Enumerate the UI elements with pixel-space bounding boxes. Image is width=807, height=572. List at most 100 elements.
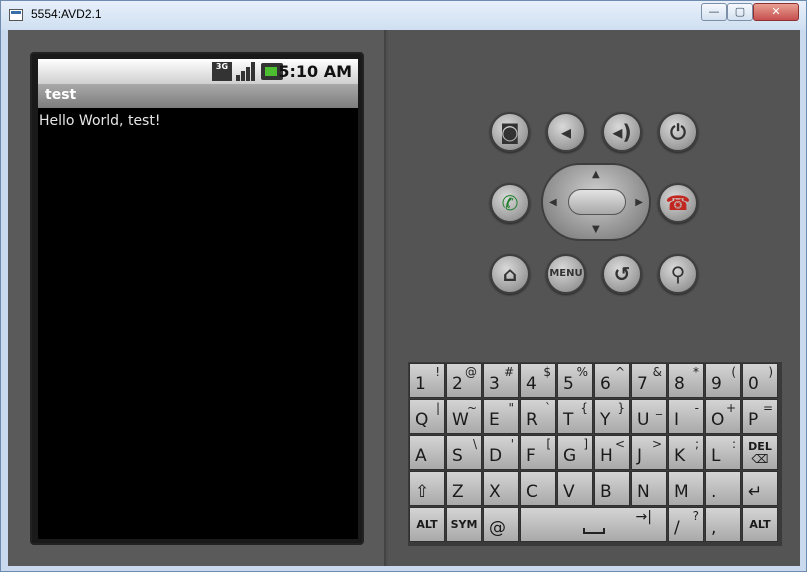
key-J[interactable]: J > bbox=[631, 435, 667, 470]
volume-down-button[interactable]: ◂ bbox=[546, 112, 586, 152]
key-main-label: N bbox=[637, 482, 650, 502]
key-1[interactable]: 1! bbox=[409, 363, 445, 398]
key-G[interactable]: G] bbox=[557, 435, 593, 470]
key-P[interactable]: P = bbox=[742, 399, 778, 434]
power-icon: ⏻ bbox=[670, 120, 686, 144]
key-B[interactable]: B bbox=[594, 471, 630, 506]
key-alt-right[interactable]: ALT bbox=[742, 507, 778, 542]
key-D[interactable]: D ' bbox=[483, 435, 519, 470]
key-alt-left[interactable]: ALT bbox=[409, 507, 445, 542]
key-comma[interactable]: , bbox=[705, 507, 741, 542]
key-R[interactable]: R ` bbox=[520, 399, 556, 434]
app-title-bar: test bbox=[38, 84, 358, 108]
key-.[interactable]: . bbox=[705, 471, 741, 506]
key-alt-label: ] bbox=[583, 437, 588, 451]
key-del[interactable]: DEL ⌫ bbox=[742, 435, 778, 470]
key-6[interactable]: 6 ^ bbox=[594, 363, 630, 398]
key-main-label: 6 bbox=[600, 374, 611, 394]
key-X[interactable]: X bbox=[483, 471, 519, 506]
key-K[interactable]: K; bbox=[668, 435, 704, 470]
key-at[interactable]: @ bbox=[483, 507, 519, 542]
key-Y[interactable]: Y} bbox=[594, 399, 630, 434]
key-main-label: 5 bbox=[563, 374, 574, 394]
camera-icon: ◙ bbox=[500, 120, 520, 144]
minimize-button[interactable]: — bbox=[701, 3, 727, 21]
dpad[interactable]: ▲ ▼ ◀ ▶ bbox=[541, 163, 651, 241]
key-sym[interactable]: SYM bbox=[446, 507, 482, 542]
end-call-icon: ☎ bbox=[665, 191, 691, 215]
key-7[interactable]: 7 & bbox=[631, 363, 667, 398]
key-main-label: F bbox=[526, 446, 536, 466]
phone-frame: 3G 5:10 AM test Hello World, test! bbox=[30, 52, 364, 545]
key-alt-label: | bbox=[435, 401, 440, 415]
key-alt-label: > bbox=[651, 437, 662, 451]
volume-up-button[interactable]: ◂) bbox=[602, 112, 642, 152]
home-button[interactable]: ⌂ bbox=[490, 254, 530, 294]
key-2[interactable]: 2 @ bbox=[446, 363, 482, 398]
key-main-label: G bbox=[563, 446, 577, 466]
key-alt-label: } bbox=[617, 401, 625, 415]
device-panel: 3G 5:10 AM test Hello World, test! bbox=[8, 30, 386, 566]
key-space[interactable]: →| bbox=[520, 507, 667, 542]
maximize-button[interactable]: ▢ bbox=[727, 3, 753, 21]
end-call-button[interactable]: ☎ bbox=[658, 183, 698, 223]
key-alt-label: = bbox=[762, 401, 773, 415]
key-3[interactable]: 3 # bbox=[483, 363, 519, 398]
title-bar[interactable]: 5554:AVD2.1 — ▢ ✕ bbox=[1, 1, 806, 30]
key-S[interactable]: S \ bbox=[446, 435, 482, 470]
key-Z[interactable]: Z bbox=[446, 471, 482, 506]
close-button[interactable]: ✕ bbox=[753, 3, 799, 21]
key-9[interactable]: 9( bbox=[705, 363, 741, 398]
dpad-left-icon[interactable]: ◀ bbox=[549, 197, 557, 208]
key-H[interactable]: H < bbox=[594, 435, 630, 470]
dpad-center-button[interactable] bbox=[568, 189, 626, 215]
camera-button[interactable]: ◙ bbox=[490, 112, 530, 152]
key-↵[interactable]: ↵ bbox=[742, 471, 778, 506]
dpad-up-icon[interactable]: ▲ bbox=[592, 169, 600, 180]
key-main-label: Y bbox=[600, 410, 611, 430]
key-main-label: T bbox=[563, 410, 574, 430]
device-screen[interactable]: 3G 5:10 AM test Hello World, test! bbox=[38, 59, 358, 539]
menu-button[interactable]: MENU bbox=[546, 254, 586, 294]
app-title: test bbox=[45, 87, 77, 103]
status-time: 5:10 AM bbox=[278, 62, 352, 81]
key-main-label: I bbox=[674, 410, 680, 430]
call-button[interactable]: ✆ bbox=[490, 183, 530, 223]
key-main-label: ⇧ bbox=[415, 482, 430, 502]
key-A[interactable]: A bbox=[409, 435, 445, 470]
search-button[interactable]: ⚲ bbox=[658, 254, 698, 294]
power-button[interactable]: ⏻ bbox=[658, 112, 698, 152]
status-bar[interactable]: 3G 5:10 AM bbox=[38, 59, 358, 84]
key-I[interactable]: I- bbox=[668, 399, 704, 434]
key-Q[interactable]: Q | bbox=[409, 399, 445, 434]
key-main-label: 8 bbox=[674, 374, 685, 394]
key-N[interactable]: N bbox=[631, 471, 667, 506]
key-alt-label: @ bbox=[465, 365, 477, 379]
key-V[interactable]: V bbox=[557, 471, 593, 506]
volume-up-icon: ◂) bbox=[612, 120, 632, 144]
key-main-label: 9 bbox=[711, 374, 722, 394]
back-button[interactable]: ↺ bbox=[602, 254, 642, 294]
key-M[interactable]: M bbox=[668, 471, 704, 506]
key-W[interactable]: W ~ bbox=[446, 399, 482, 434]
dpad-down-icon[interactable]: ▼ bbox=[592, 224, 600, 235]
key-alt-label: " bbox=[508, 401, 514, 415]
key-5[interactable]: 5% bbox=[557, 363, 593, 398]
key-main-label: 3 bbox=[489, 374, 500, 394]
key-C[interactable]: C bbox=[520, 471, 556, 506]
key-0[interactable]: 0) bbox=[742, 363, 778, 398]
key-O[interactable]: O + bbox=[705, 399, 741, 434]
key-T[interactable]: T{ bbox=[557, 399, 593, 434]
key-E[interactable]: E " bbox=[483, 399, 519, 434]
key-U[interactable]: U _ bbox=[631, 399, 667, 434]
key-F[interactable]: F[ bbox=[520, 435, 556, 470]
key-8[interactable]: 8 * bbox=[668, 363, 704, 398]
key-slash[interactable]: /? bbox=[668, 507, 704, 542]
key-4[interactable]: 4 $ bbox=[520, 363, 556, 398]
key-L[interactable]: L: bbox=[705, 435, 741, 470]
key-main-label: A bbox=[415, 446, 427, 466]
key-alt-label: { bbox=[580, 401, 588, 415]
key-alt-left-label: ALT bbox=[416, 518, 438, 531]
key-⇧[interactable]: ⇧ bbox=[409, 471, 445, 506]
dpad-right-icon[interactable]: ▶ bbox=[635, 197, 643, 208]
